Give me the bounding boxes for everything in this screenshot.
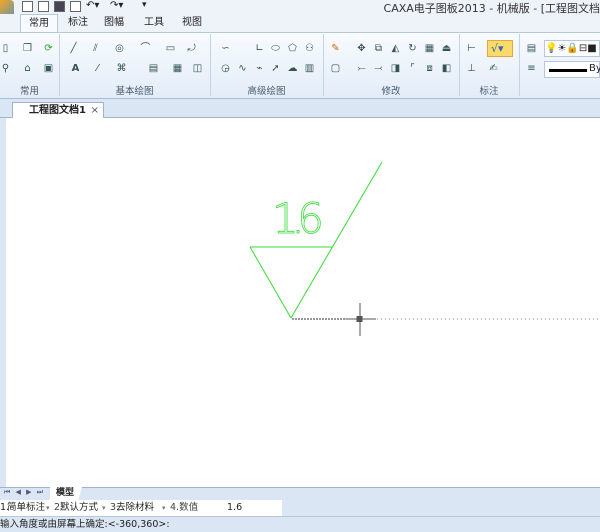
material-select[interactable]: 去除材料: [116, 501, 161, 515]
dropdown-arrow-icon[interactable]: ▾: [46, 501, 50, 515]
drawing-layer: 1.6: [249, 161, 600, 336]
roughness-value-text: 1.6: [272, 194, 324, 243]
sheet-nav-buttons[interactable]: ⏮ ◀ ▶ ⏭: [4, 488, 43, 497]
mode-select[interactable]: 默认方式: [60, 501, 98, 515]
command-prompt: 输入角度或由屏幕上确定:<-360,360>:: [0, 519, 170, 530]
annotation-type-select[interactable]: 简单标注: [7, 501, 45, 515]
value-label: 4.数值: [170, 502, 199, 513]
dropdown-arrow-icon[interactable]: ▾: [162, 501, 166, 515]
sheet-tab-bar: [0, 487, 600, 501]
first-sheet-icon[interactable]: ⏮: [4, 488, 10, 496]
crosshair-cursor: [346, 303, 376, 336]
prev-sheet-icon[interactable]: ◀: [16, 488, 21, 496]
value-input[interactable]: 1.6: [197, 501, 242, 515]
status-bar: 输入角度或由屏幕上确定:<-360,360>:: [0, 516, 600, 532]
dropdown-arrow-icon[interactable]: ▾: [102, 501, 106, 515]
next-sheet-icon[interactable]: ▶: [26, 488, 31, 496]
symbol-left-leg: [249, 246, 292, 319]
model-tab[interactable]: 模型: [50, 487, 83, 500]
last-sheet-icon[interactable]: ⏭: [37, 488, 43, 496]
